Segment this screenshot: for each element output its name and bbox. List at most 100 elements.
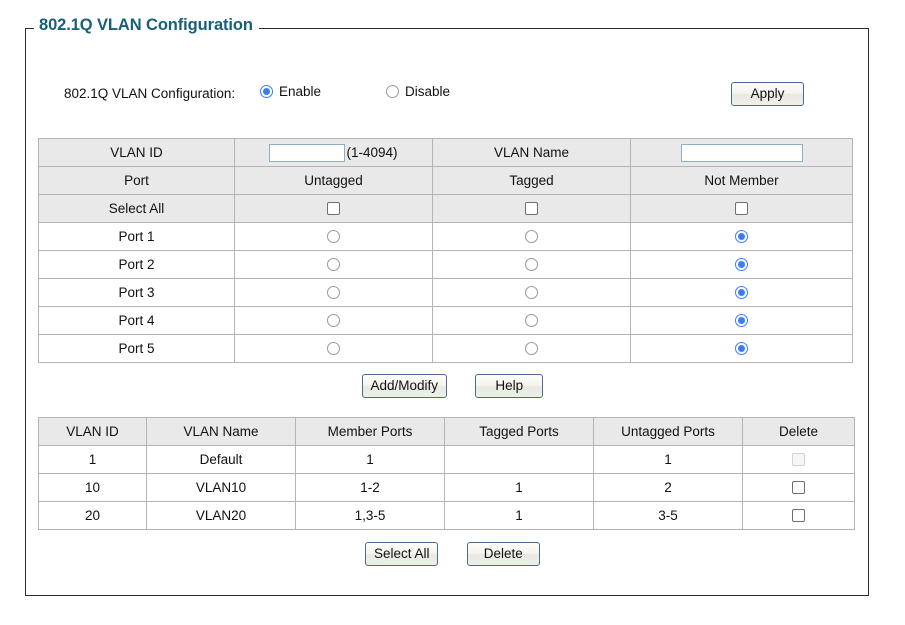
port-4-not-member-radio[interactable] — [735, 314, 748, 327]
port-1-not-member-radio[interactable] — [735, 230, 748, 243]
port-1-untagged-radio[interactable] — [327, 230, 340, 243]
delete-button[interactable]: Delete — [466, 542, 540, 566]
port-label: Port 5 — [38, 334, 235, 363]
cell-vlan-id: 10 — [38, 473, 147, 502]
vlan-id-input[interactable] — [269, 143, 346, 162]
cell-member-ports: 1-2 — [295, 473, 445, 502]
cell-delete[interactable] — [742, 473, 855, 502]
table-row: Port 1 — [38, 222, 853, 251]
vlan-list-header-row: VLAN ID VLAN Name Member Ports Tagged Po… — [38, 417, 855, 446]
vlan-configuration-page: 802.1Q VLAN Configuration 802.1Q VLAN Co… — [0, 0, 905, 625]
select-all-untagged-checkbox[interactable] — [327, 202, 340, 215]
table-row: 20 VLAN20 1,3-5 1 3-5 — [38, 501, 855, 530]
cell-delete[interactable] — [742, 501, 855, 530]
cell-untagged-ports: 2 — [593, 473, 743, 502]
port-1-untagged-cell[interactable] — [234, 222, 433, 251]
table-row: Port 3 — [38, 278, 853, 307]
delete-checkbox-vlan-20[interactable] — [792, 509, 805, 522]
vlan-id-name-row: VLAN ID (1-4094) VLAN Name — [38, 138, 853, 167]
apply-button[interactable]: Apply — [731, 82, 804, 106]
port-3-untagged-cell[interactable] — [234, 278, 433, 307]
port-5-tagged-cell[interactable] — [432, 334, 631, 363]
port-5-untagged-radio[interactable] — [327, 342, 340, 355]
delete-checkbox-vlan-10[interactable] — [792, 481, 805, 494]
port-5-not-member-radio[interactable] — [735, 342, 748, 355]
port-3-not-member-cell[interactable] — [630, 278, 853, 307]
column-header-delete: Delete — [742, 417, 855, 446]
port-label: Port 1 — [38, 222, 235, 251]
select-all-not-member-checkbox[interactable] — [735, 202, 748, 215]
port-2-tagged-radio[interactable] — [525, 258, 538, 271]
port-3-untagged-radio[interactable] — [327, 286, 340, 299]
column-header-port: Port — [38, 166, 235, 195]
column-header-untagged: Untagged — [234, 166, 433, 195]
select-all-untagged-cell[interactable] — [234, 194, 433, 223]
port-3-not-member-radio[interactable] — [735, 286, 748, 299]
column-header-vlan-id: VLAN ID — [38, 417, 147, 446]
cell-member-ports: 1,3-5 — [295, 501, 445, 530]
cell-vlan-id: 20 — [38, 501, 147, 530]
port-4-tagged-cell[interactable] — [432, 306, 631, 335]
help-button[interactable]: Help — [475, 374, 544, 398]
cell-tagged-ports: 1 — [444, 501, 594, 530]
global-config-label: 802.1Q VLAN Configuration: — [64, 86, 236, 101]
port-5-untagged-cell[interactable] — [234, 334, 433, 363]
column-header-tagged-ports: Tagged Ports — [444, 417, 594, 446]
port-1-tagged-radio[interactable] — [525, 230, 538, 243]
cell-vlan-id: 1 — [38, 445, 147, 474]
port-5-tagged-radio[interactable] — [525, 342, 538, 355]
membership-header-row: Port Untagged Tagged Not Member — [38, 166, 853, 195]
cell-vlan-name: VLAN20 — [146, 501, 296, 530]
radio-option-disable[interactable]: Disable — [386, 84, 450, 99]
vlan-list-actions: Select All Delete — [0, 542, 905, 566]
port-4-untagged-radio[interactable] — [327, 314, 340, 327]
port-2-untagged-radio[interactable] — [327, 258, 340, 271]
vlan-id-hint: (1-4094) — [346, 145, 398, 160]
column-header-tagged: Tagged — [432, 166, 631, 195]
port-5-not-member-cell[interactable] — [630, 334, 853, 363]
vlan-name-input[interactable] — [680, 143, 803, 162]
select-all-not-member-cell[interactable] — [630, 194, 853, 223]
table-row: 10 VLAN10 1-2 1 2 — [38, 473, 855, 502]
radio-disable-label: Disable — [405, 84, 451, 99]
vlan-id-label-cell: VLAN ID — [38, 138, 235, 167]
port-2-not-member-cell[interactable] — [630, 250, 853, 279]
column-header-untagged-ports: Untagged Ports — [593, 417, 743, 446]
column-header-not-member: Not Member — [630, 166, 853, 195]
cell-member-ports: 1 — [295, 445, 445, 474]
port-1-tagged-cell[interactable] — [432, 222, 631, 251]
radio-enable-icon[interactable] — [260, 85, 273, 98]
table-row: Port 5 — [38, 334, 853, 363]
port-4-not-member-cell[interactable] — [630, 306, 853, 335]
page-title: 802.1Q VLAN Configuration — [34, 16, 259, 35]
port-3-tagged-radio[interactable] — [525, 286, 538, 299]
vlan-list-table: VLAN ID VLAN Name Member Ports Tagged Po… — [38, 417, 855, 530]
cell-tagged-ports: 1 — [444, 473, 594, 502]
port-1-not-member-cell[interactable] — [630, 222, 853, 251]
port-4-untagged-cell[interactable] — [234, 306, 433, 335]
port-label: Port 3 — [38, 278, 235, 307]
select-all-label: Select All — [38, 194, 235, 223]
vlan-name-label-cell: VLAN Name — [432, 138, 631, 167]
add-modify-button[interactable]: Add/Modify — [361, 374, 447, 398]
table-row: Port 4 — [38, 306, 853, 335]
cell-vlan-name: Default — [146, 445, 296, 474]
entry-actions: Add/Modify Help — [0, 374, 905, 398]
select-all-button[interactable]: Select All — [365, 542, 439, 566]
cell-vlan-name: VLAN10 — [146, 473, 296, 502]
radio-option-enable[interactable]: Enable — [260, 84, 321, 99]
select-all-tagged-cell[interactable] — [432, 194, 631, 223]
port-3-tagged-cell[interactable] — [432, 278, 631, 307]
radio-disable-icon[interactable] — [386, 85, 399, 98]
select-all-tagged-checkbox[interactable] — [525, 202, 538, 215]
cell-delete — [742, 445, 855, 474]
table-row: 1 Default 1 1 — [38, 445, 855, 474]
port-2-untagged-cell[interactable] — [234, 250, 433, 279]
select-all-row: Select All — [38, 194, 853, 223]
port-4-tagged-radio[interactable] — [525, 314, 538, 327]
vlan-name-input-cell — [630, 138, 853, 167]
port-2-tagged-cell[interactable] — [432, 250, 631, 279]
port-label: Port 2 — [38, 250, 235, 279]
vlan-entry-table: VLAN ID (1-4094) VLAN Name Port Untagged… — [38, 138, 853, 363]
port-2-not-member-radio[interactable] — [735, 258, 748, 271]
